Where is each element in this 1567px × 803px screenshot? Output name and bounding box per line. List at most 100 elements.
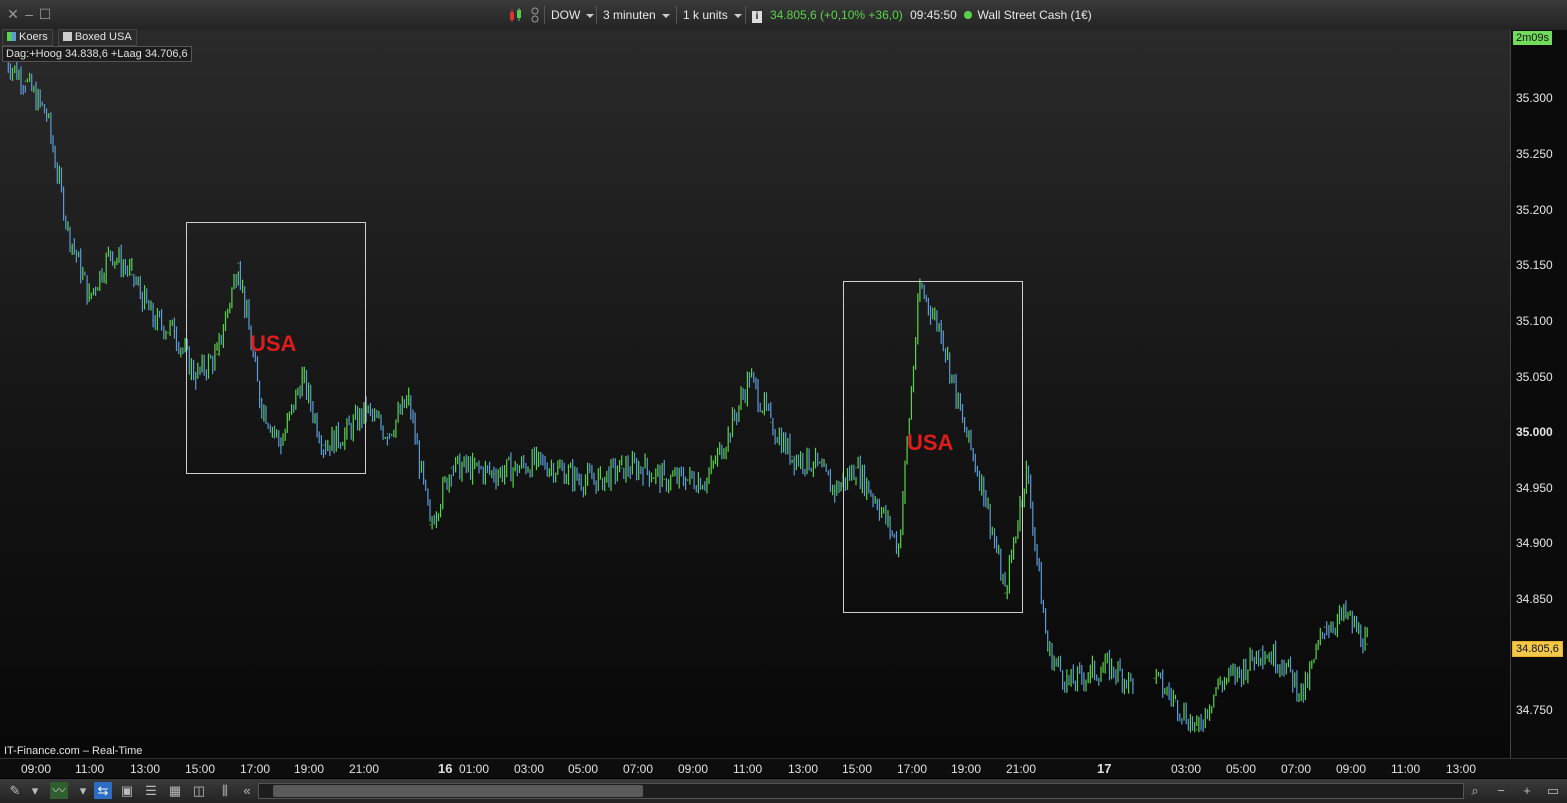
- legend-boxed-label: Boxed USA: [74, 31, 132, 43]
- x-tick-label: 11:00: [75, 762, 105, 776]
- x-tick-label: 03:00: [514, 762, 545, 776]
- y-tick-label: 35.050: [1516, 370, 1553, 384]
- data-point: [1196, 728, 1198, 731]
- chevron-down-icon[interactable]: ▾: [30, 782, 40, 799]
- data-point: [493, 472, 495, 475]
- legend-koers[interactable]: Koers: [2, 29, 53, 46]
- candles-icon[interactable]: ⫼: [216, 782, 234, 799]
- data-point: [791, 455, 793, 458]
- candle-timer: 2m09s: [1513, 31, 1553, 45]
- y-tick-label: 35.250: [1516, 147, 1553, 161]
- scrollbar-thumb[interactable]: [273, 785, 643, 797]
- status-dot-icon: [964, 11, 973, 19]
- window-icon[interactable]: ▣: [118, 782, 136, 799]
- legend-boxed-usa[interactable]: Boxed USA: [57, 29, 137, 46]
- x-tick-label: 21:00: [349, 762, 380, 776]
- zoom-select-icon[interactable]: ⌕: [1466, 782, 1484, 799]
- window-titlebar: ✕ – ☐ DOW 3 minuten 1 k units i 34.805,6…: [0, 0, 1567, 31]
- data-point: [1132, 683, 1134, 685]
- legend-koers-label: Koers: [19, 31, 48, 43]
- data-point: [386, 433, 389, 435]
- y-tick-label: 35.100: [1516, 314, 1553, 328]
- data-point: [1025, 467, 1028, 469]
- y-tick-label: 34.900: [1516, 536, 1553, 550]
- data-point: [1281, 660, 1283, 663]
- legend-swatch-icon: [7, 32, 16, 41]
- x-tick-label: 03:00: [1171, 762, 1202, 776]
- chart-legend: Koers Boxed USA: [2, 29, 139, 46]
- candlestick-icon[interactable]: [508, 7, 524, 23]
- time-axis[interactable]: [0, 758, 1567, 779]
- day-high-low: Dag:+Hoog 34.838,6 +Laag 34.706,6: [2, 46, 192, 62]
- chevron-down-icon: [661, 13, 670, 18]
- y-tick-label: 35.150: [1516, 258, 1553, 272]
- data-point: [684, 478, 687, 481]
- chevron-down-icon[interactable]: ▾: [78, 782, 88, 799]
- usa-label-2: USA: [907, 430, 954, 455]
- link-icon[interactable]: [529, 6, 541, 24]
- data-point: [557, 467, 559, 469]
- last-price-tag: 34.805,6: [1512, 641, 1563, 657]
- x-tick-label: 15:00: [842, 762, 873, 776]
- data-point: [1259, 649, 1262, 651]
- data-point: [1217, 683, 1219, 685]
- close-icon[interactable]: ✕: [6, 7, 20, 21]
- data-point: [131, 273, 133, 276]
- data-point: [1089, 671, 1092, 674]
- symbol-label: DOW: [551, 8, 581, 22]
- legend-swatch-icon: [62, 32, 72, 41]
- data-point: [578, 478, 580, 481]
- y-tick-label: 34.850: [1516, 592, 1553, 606]
- data-point: [1345, 615, 1347, 617]
- zoom-out-icon[interactable]: −: [1492, 782, 1510, 799]
- data-point: [407, 398, 410, 401]
- units-select[interactable]: 1 k units: [676, 6, 748, 24]
- data-point: [727, 433, 729, 435]
- x-tick-label: 13:00: [1446, 762, 1477, 776]
- ruler-icon[interactable]: ▭: [1544, 782, 1562, 799]
- indicator-icon[interactable]: 〰: [50, 782, 68, 799]
- x-tick-label: 13:00: [788, 762, 819, 776]
- data-source-label: IT-Finance.com – Real-Time: [4, 745, 143, 757]
- x-tick-label: 07:00: [1281, 762, 1312, 776]
- y-tick-label: 35.000: [1516, 425, 1553, 439]
- x-tick-label: 11:00: [733, 762, 763, 776]
- data-point: [833, 489, 836, 492]
- chart-scrollbar[interactable]: [258, 783, 1464, 799]
- x-tick-label: 07:00: [623, 762, 654, 776]
- chart-icon[interactable]: ◫: [190, 782, 208, 799]
- list-icon[interactable]: ☰: [142, 782, 160, 799]
- x-tick-label: 17: [1097, 761, 1112, 776]
- interval-select[interactable]: 3 minuten: [596, 6, 676, 24]
- pencil-icon[interactable]: ✎: [6, 782, 24, 799]
- share-icon[interactable]: ⇆: [94, 782, 112, 799]
- minimize-icon[interactable]: –: [22, 7, 36, 21]
- data-point: [450, 467, 453, 469]
- data-point: [1323, 626, 1326, 628]
- units-label: 1 k units: [683, 8, 728, 22]
- data-point: [599, 478, 602, 481]
- x-tick-label: 05:00: [1226, 762, 1257, 776]
- data-point: [67, 228, 69, 230]
- double-chevron-left-icon[interactable]: «: [238, 782, 256, 799]
- symbol-select[interactable]: DOW: [544, 6, 600, 24]
- data-point: [1046, 649, 1049, 651]
- x-tick-label: 15:00: [185, 762, 216, 776]
- data-point: [1110, 666, 1113, 668]
- data-point: [152, 319, 154, 321]
- data-point: [1302, 694, 1305, 697]
- x-tick-label: 13:00: [130, 762, 161, 776]
- table-icon[interactable]: ▦: [166, 782, 184, 799]
- data-point: [45, 114, 48, 117]
- maximize-icon[interactable]: ☐: [38, 7, 52, 21]
- data-point: [1068, 683, 1070, 685]
- data-point: [770, 421, 772, 424]
- interval-label: 3 minuten: [603, 8, 656, 22]
- x-tick-label: 09:00: [1336, 762, 1367, 776]
- data-point: [24, 80, 27, 82]
- data-point: [642, 467, 644, 469]
- x-tick-label: 09:00: [21, 762, 52, 776]
- data-point: [1174, 700, 1177, 702]
- zoom-in-icon[interactable]: +: [1518, 782, 1536, 799]
- x-tick-label: 11:00: [1391, 762, 1421, 776]
